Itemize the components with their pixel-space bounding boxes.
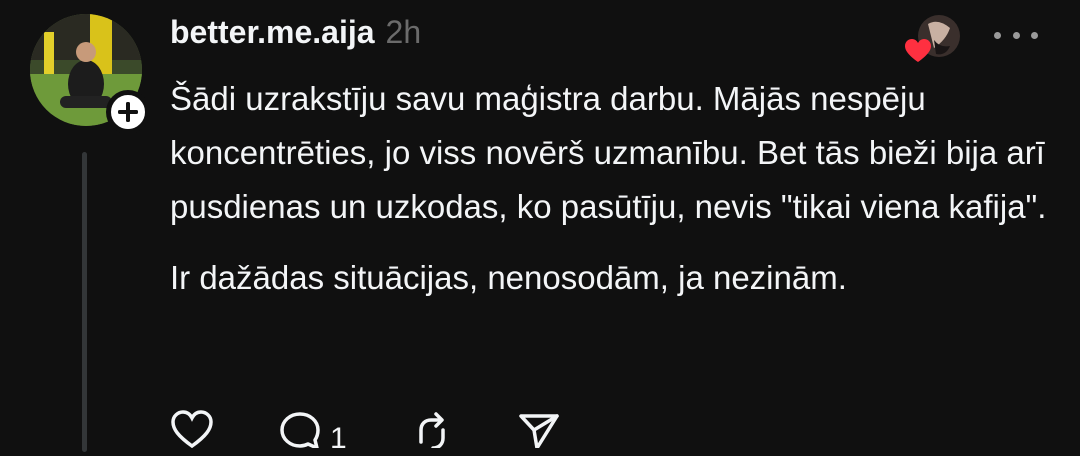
repost-icon — [418, 412, 445, 448]
like-button[interactable] — [168, 408, 216, 448]
reply-button[interactable]: 1 — [276, 408, 347, 456]
follow-button[interactable] — [106, 90, 150, 134]
thread-connector-line — [82, 152, 87, 452]
repost-button[interactable] — [407, 408, 455, 448]
post-timestamp: 2h — [385, 14, 422, 50]
author-avatar-container[interactable] — [30, 14, 150, 134]
comment-bubble-icon — [280, 412, 320, 448]
plus-icon — [118, 102, 138, 122]
more-options-button[interactable] — [994, 20, 1038, 50]
more-dot — [1012, 31, 1020, 39]
share-button[interactable] — [515, 408, 563, 448]
post-actions: 1 — [168, 408, 623, 455]
more-dot — [1031, 31, 1038, 39]
send-icon — [518, 414, 559, 448]
post-body: Šādi uzrakstīju savu maģistra darbu. Māj… — [170, 72, 1050, 305]
username[interactable]: better.me.aija — [170, 14, 375, 51]
more-horizontal-icon — [994, 31, 1001, 39]
liked-by-avatar[interactable] — [904, 14, 962, 62]
thread-post: better.me.aija 2h Šādi uzrakstīju savu m… — [0, 0, 1080, 455]
heart-filled-icon — [905, 39, 931, 62]
post-header: better.me.aija 2h — [170, 14, 421, 58]
post-paragraph: Šādi uzrakstīju savu maģistra darbu. Māj… — [170, 80, 1047, 225]
heart-outline-icon — [171, 410, 213, 448]
reply-count: 1 — [330, 422, 347, 455]
post-paragraph: Ir dažādas situācijas, nenosodām, ja nez… — [170, 259, 847, 296]
